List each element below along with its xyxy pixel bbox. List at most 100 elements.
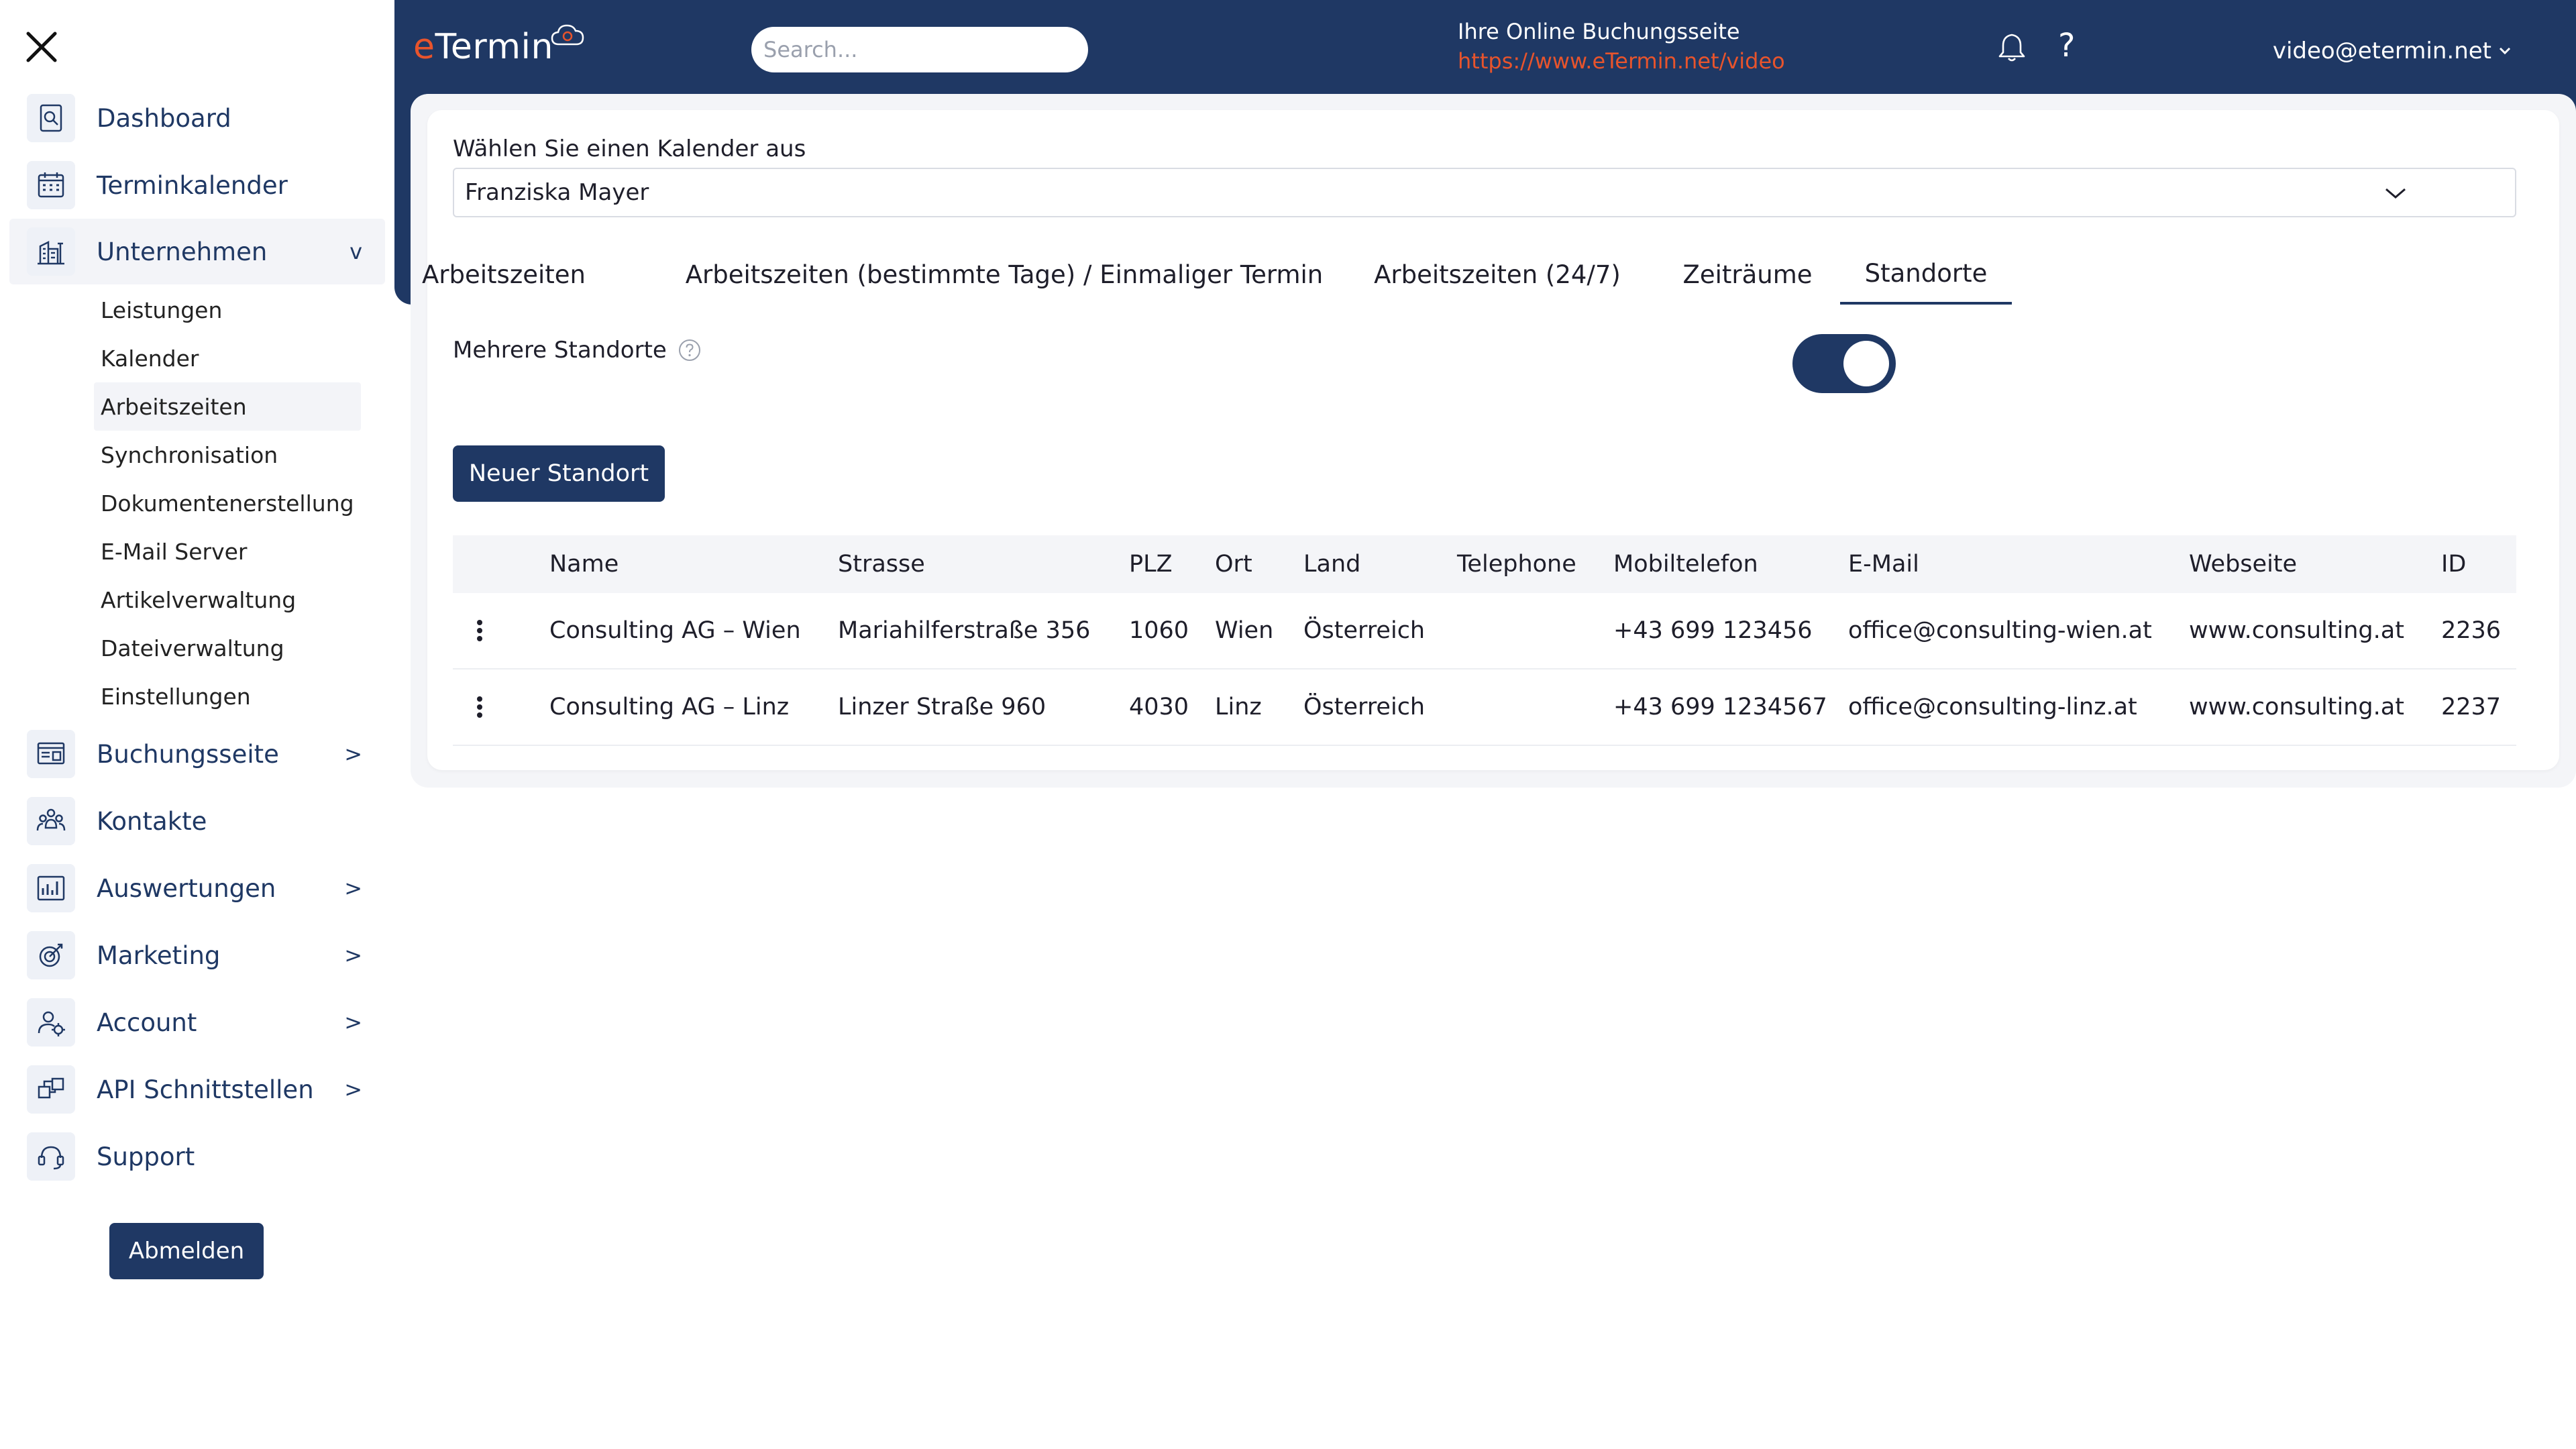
sidebar-item-support[interactable]: Support (9, 1124, 385, 1189)
cell-plz: 4030 (1129, 694, 1189, 720)
chevron-right-icon: > (344, 875, 362, 901)
sidebar-item-label: Dashboard (97, 103, 231, 133)
cell-name: Consulting AG – Linz (549, 694, 790, 720)
column-header-telephone[interactable]: Telephone (1457, 535, 1576, 593)
sidebar-item-label: Support (97, 1142, 195, 1171)
submenu-item-arbeitszeiten[interactable]: Arbeitszeiten (94, 382, 361, 431)
booking-page-link[interactable]: https://www.eTermin.net/video (1458, 48, 1785, 74)
booking-page-icon (27, 730, 75, 778)
sidebar-item-dashboard[interactable]: Dashboard (9, 85, 385, 151)
sidebar: Dashboard Terminkalender Unternehmen v L… (0, 0, 394, 1449)
chevron-right-icon: > (344, 943, 362, 968)
sidebar-item-unternehmen[interactable]: Unternehmen v (9, 219, 385, 284)
submenu-item-leistungen[interactable]: Leistungen (94, 286, 361, 334)
cell-name: Consulting AG – Wien (549, 617, 801, 644)
cell-id: 2237 (2441, 694, 2502, 720)
sidebar-item-label: API Schnittstellen (97, 1075, 314, 1104)
help-icon[interactable]: ? (2058, 27, 2075, 64)
cell-strasse: Linzer Straße 960 (838, 694, 1046, 720)
column-header-mobiltelefon[interactable]: Mobiltelefon (1613, 535, 1758, 593)
multi-location-row: Mehrere Standorte (453, 337, 702, 364)
cell-email: office@consulting-wien.at (1848, 617, 2152, 644)
sidebar-item-marketing[interactable]: Marketing > (9, 922, 385, 988)
etermin-logo[interactable]: e Termin (413, 24, 586, 68)
chevron-down-icon (2385, 188, 2406, 199)
sidebar-item-label: Kontakte (97, 806, 207, 836)
sidebar-item-label: Buchungsseite (97, 739, 279, 769)
locations-card: Wählen Sie einen Kalender aus Franziska … (422, 110, 2559, 770)
chevron-right-icon: > (344, 1077, 362, 1102)
submenu-item-artikelverwaltung[interactable]: Artikelverwaltung (94, 576, 361, 624)
new-location-button[interactable]: Neuer Standort (453, 445, 665, 502)
cell-ort: Linz (1215, 694, 1262, 720)
table-row[interactable]: Consulting AG – Wien Mariahilferstraße 3… (453, 593, 2516, 669)
column-header-webseite[interactable]: Webseite (2189, 535, 2297, 593)
sidebar-item-buchungsseite[interactable]: Buchungsseite > (9, 721, 385, 787)
sidebar-item-account[interactable]: Account > (9, 989, 385, 1055)
booking-page-title: Ihre Online Buchungsseite (1458, 19, 1740, 44)
cell-ort: Wien (1215, 617, 1274, 644)
close-icon[interactable] (23, 28, 60, 66)
top-header: eTermin Ihre Online Buchungsseite https:… (394, 0, 2576, 93)
column-header-land[interactable]: Land (1303, 535, 1360, 593)
submenu-item-email-server[interactable]: E-Mail Server (94, 527, 361, 576)
question-circle-icon[interactable] (678, 338, 702, 362)
user-menu[interactable]: video@etermin.net (2273, 38, 2512, 64)
cell-strasse: Mariahilferstraße 356 (838, 617, 1091, 644)
cell-id: 2236 (2441, 617, 2502, 644)
tab-zeitraeume[interactable]: Zeiträume (1655, 244, 1840, 305)
tab-arbeitszeiten-bestimmte-tage[interactable]: Arbeitszeiten (bestimmte Tage) / Einmali… (669, 244, 1340, 305)
api-icon (27, 1065, 75, 1114)
calendar-icon (27, 161, 75, 209)
cell-email: office@consulting-linz.at (1848, 694, 2137, 720)
row-menu-icon[interactable] (476, 593, 484, 668)
locations-table: Name Strasse PLZ Ort Land Telephone Mobi… (453, 535, 2516, 746)
sidebar-item-label: Marketing (97, 941, 221, 970)
sidebar-item-api-schnittstellen[interactable]: API Schnittstellen > (9, 1057, 385, 1122)
sidebar-item-terminkalender[interactable]: Terminkalender (9, 152, 385, 218)
tab-arbeitszeiten-24-7[interactable]: Arbeitszeiten (24/7) (1340, 244, 1655, 305)
tab-standorte[interactable]: Standorte (1840, 244, 2012, 305)
logo-text: Termin (435, 27, 553, 67)
chevron-right-icon: > (344, 1010, 362, 1035)
logout-button[interactable]: Abmelden (109, 1223, 264, 1279)
column-header-strasse[interactable]: Strasse (838, 535, 925, 593)
column-header-ort[interactable]: Ort (1215, 535, 1252, 593)
dashboard-icon (27, 94, 75, 142)
search-input[interactable] (751, 27, 1088, 72)
sidebar-item-label: Auswertungen (97, 873, 276, 903)
column-header-id[interactable]: ID (2441, 535, 2466, 593)
table-row[interactable]: Consulting AG – Linz Linzer Straße 960 4… (453, 669, 2516, 746)
chevron-down-icon: v (350, 239, 362, 264)
cell-land: Österreich (1303, 694, 1426, 720)
table-header: Name Strasse PLZ Ort Land Telephone Mobi… (453, 535, 2516, 593)
account-icon (27, 998, 75, 1046)
sidebar-item-label: Account (97, 1008, 197, 1037)
multi-location-label: Mehrere Standorte (453, 337, 667, 364)
tab-arbeitszeiten[interactable]: Arbeitszeiten (422, 244, 586, 305)
bell-icon[interactable] (1995, 31, 2029, 64)
column-header-name[interactable]: Name (549, 535, 619, 593)
user-email: video@etermin.net (2272, 38, 2491, 64)
cell-mobiltelefon: +43 699 123456 (1613, 617, 1813, 644)
cloud-icon (551, 24, 584, 46)
submenu-item-dokumentenerstellung[interactable]: Dokumentenerstellung (94, 479, 361, 527)
submenu-item-dateiverwaltung[interactable]: Dateiverwaltung (94, 624, 361, 672)
column-header-plz[interactable]: PLZ (1129, 535, 1173, 593)
cell-mobiltelefon: +43 699 1234567 (1613, 694, 1827, 720)
cell-plz: 1060 (1129, 617, 1189, 644)
submenu-item-kalender[interactable]: Kalender (94, 334, 361, 382)
row-menu-icon[interactable] (476, 669, 484, 745)
sidebar-item-auswertungen[interactable]: Auswertungen > (9, 855, 385, 921)
calendar-select-label: Wählen Sie einen Kalender aus (453, 136, 806, 162)
submenu-item-synchronisation[interactable]: Synchronisation (94, 431, 361, 479)
multi-location-toggle[interactable] (1792, 334, 1896, 393)
sidebar-item-kontakte[interactable]: Kontakte (9, 788, 385, 854)
chevron-right-icon: > (344, 741, 362, 767)
toggle-knob (1843, 341, 1889, 386)
calendar-select[interactable]: Franziska Mayer (453, 168, 2516, 217)
column-header-email[interactable]: E-Mail (1848, 535, 1919, 593)
submenu-item-einstellungen[interactable]: Einstellungen (94, 672, 361, 720)
company-icon (27, 227, 75, 276)
marketing-icon (27, 931, 75, 979)
